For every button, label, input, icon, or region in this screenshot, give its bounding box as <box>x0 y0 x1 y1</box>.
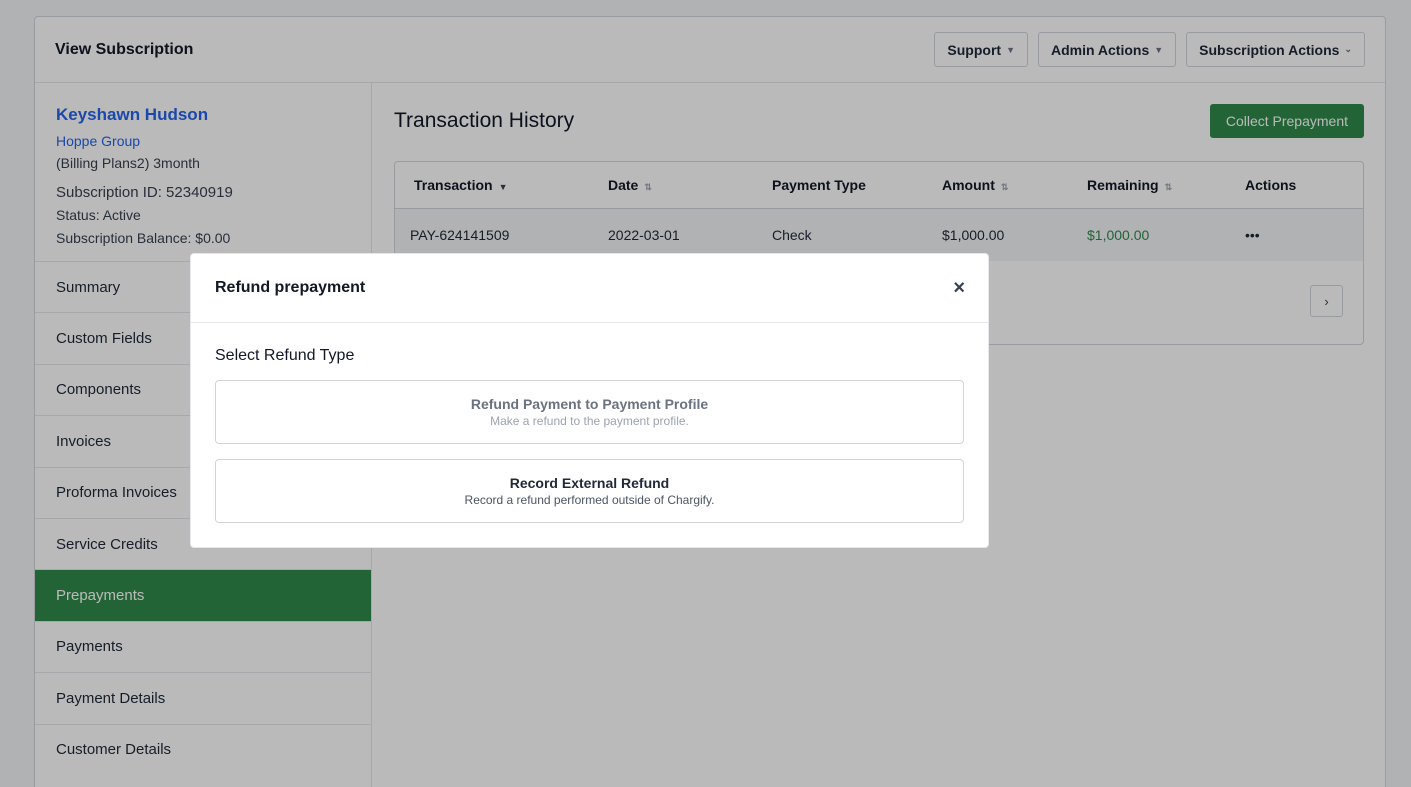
refund-to-payment-profile-option[interactable]: Refund Payment to Payment Profile Make a… <box>215 380 964 444</box>
close-icon[interactable]: × <box>953 277 965 300</box>
option-description: Make a refund to the payment profile. <box>490 414 689 428</box>
refund-type-label: Select Refund Type <box>215 347 355 364</box>
option-title: Refund Payment to Payment Profile <box>470 396 709 412</box>
modal-header: Refund prepayment × <box>191 254 988 323</box>
record-external-refund-option[interactable]: Record External Refund Record a refund p… <box>215 459 964 523</box>
modal-title: Refund prepayment <box>215 279 366 296</box>
modal-body: Select Refund Type Refund Payment to Pay… <box>191 323 988 523</box>
option-title: Record External Refund <box>509 475 670 491</box>
refund-prepayment-modal: Refund prepayment × Select Refund Type R… <box>190 253 989 548</box>
option-description: Record a refund performed outside of Cha… <box>464 493 715 507</box>
